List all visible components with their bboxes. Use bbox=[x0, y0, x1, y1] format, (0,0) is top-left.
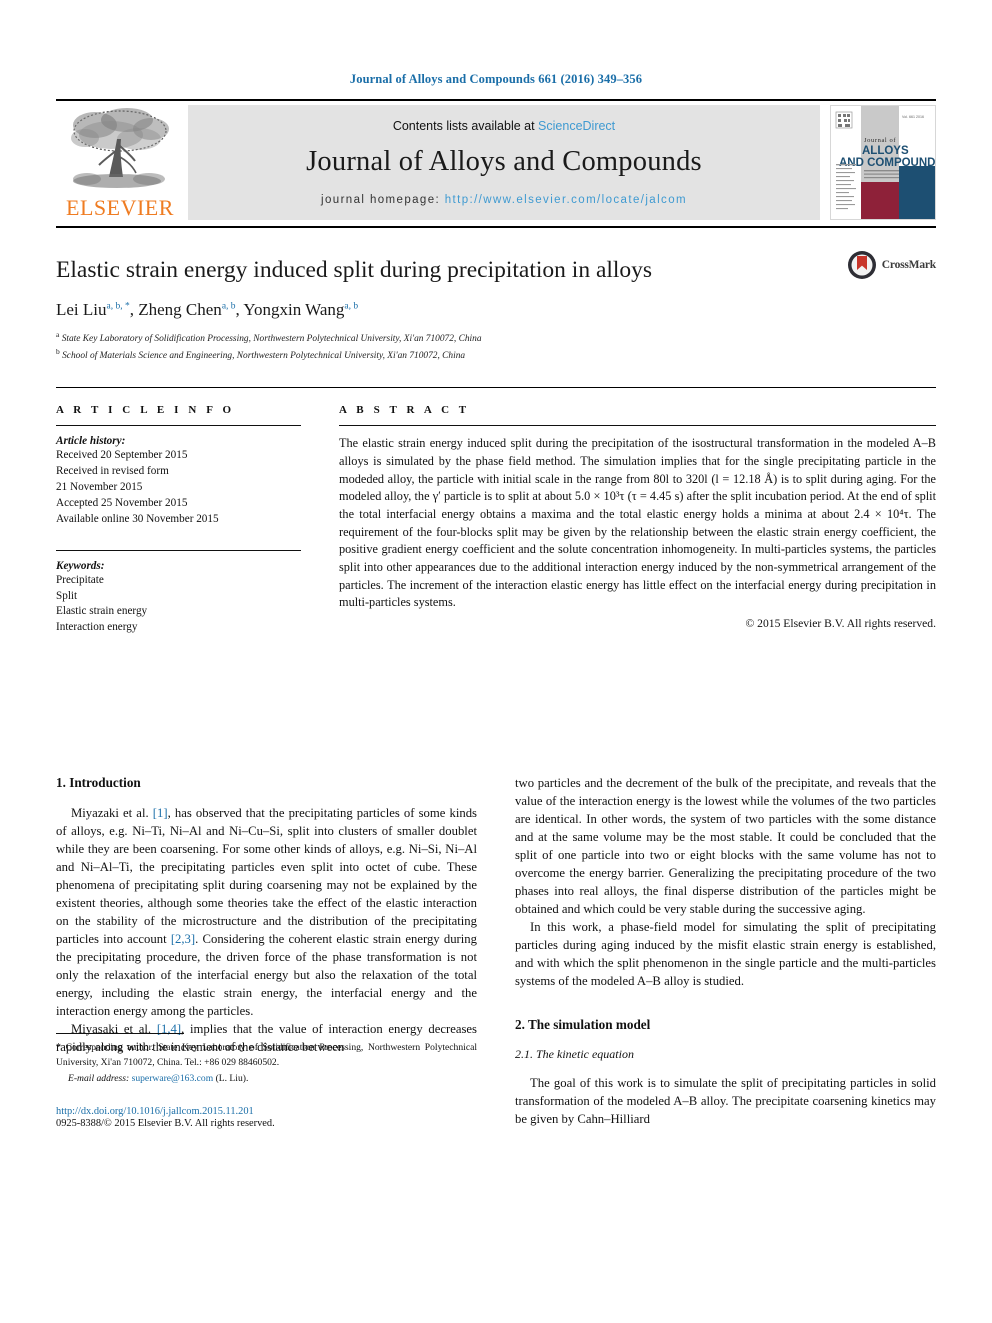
journal-homepage-line: journal homepage: http://www.elsevier.co… bbox=[321, 194, 687, 206]
affil-mark: a bbox=[56, 330, 60, 340]
svg-text:Journal of: Journal of bbox=[864, 137, 896, 144]
section-heading-introduction: 1. Introduction bbox=[56, 775, 141, 790]
history-item: 21 November 2015 bbox=[56, 480, 143, 493]
article-info-rule bbox=[56, 425, 301, 427]
contents-prefix: Contents lists available at bbox=[392, 119, 539, 133]
keyword-item: Interaction energy bbox=[56, 621, 138, 634]
abstract-rule bbox=[339, 425, 936, 427]
elsevier-tree-icon bbox=[71, 108, 169, 188]
email-link[interactable]: superware@163.com bbox=[132, 1073, 214, 1084]
affil-text: State Key Laboratory of Solidification P… bbox=[61, 334, 482, 345]
article-history-label: Article history: bbox=[56, 435, 126, 448]
citation-ref-1[interactable]: [1] bbox=[153, 806, 168, 820]
elsevier-logo: ELSEVIER bbox=[56, 101, 184, 226]
svg-text:ALLOYS: ALLOYS bbox=[862, 145, 909, 157]
author-affil-mark: a, b, * bbox=[106, 301, 130, 312]
text-run: , has observed that the precipitating pa… bbox=[56, 806, 477, 946]
history-item: Received in revised form bbox=[56, 465, 169, 478]
history-item: Available online 30 November 2015 bbox=[56, 512, 219, 525]
author-name: Lei Liu bbox=[56, 300, 107, 320]
svg-text:Vol. 661 2016: Vol. 661 2016 bbox=[902, 115, 924, 119]
email-suffix: (L. Liu). bbox=[215, 1072, 249, 1084]
crossmark-icon bbox=[847, 251, 876, 279]
history-item: Accepted 25 November 2015 bbox=[56, 496, 188, 509]
author-list: Lei Liua, b, *, Zheng Chena, b, Yongxin … bbox=[56, 300, 936, 320]
text-run: Miyazaki et al. bbox=[71, 806, 153, 820]
doi-link[interactable]: http://dx.doi.org/10.1016/j.jallcom.2015… bbox=[56, 1106, 477, 1117]
body-column-right: two particles and the decrement of the b… bbox=[515, 775, 936, 1129]
issn-copyright: 0925-8388/© 2015 Elsevier B.V. All right… bbox=[56, 1117, 275, 1129]
citation-ref-2-3[interactable]: [2,3] bbox=[171, 932, 195, 946]
affil-text: School of Materials Science and Engineer… bbox=[62, 350, 466, 361]
article-first-page: Journal of Alloys and Compounds 661 (201… bbox=[0, 0, 992, 1323]
abstract-text: The elastic strain energy induced split … bbox=[339, 436, 936, 610]
body-columns: 1. Introduction Miyazaki et al. [1], has… bbox=[56, 775, 936, 1129]
corresponding-text: Corresponding author. State Key Laborato… bbox=[56, 1042, 477, 1068]
corresponding-author-note: * Corresponding author. State Key Labora… bbox=[56, 1041, 477, 1069]
abstract-copyright: © 2015 Elsevier B.V. All rights reserved… bbox=[745, 617, 936, 631]
author-sep: , bbox=[129, 300, 139, 320]
keyword-item: Elastic strain energy bbox=[56, 605, 148, 618]
info-abstract-section: A R T I C L E I N F O Article history: R… bbox=[56, 387, 936, 636]
title-block: CrossMark Elastic strain energy induced … bbox=[56, 228, 936, 373]
email-note: E-mail address: superware@163.com (L. Li… bbox=[56, 1073, 477, 1084]
body-column-left: 1. Introduction Miyazaki et al. [1], has… bbox=[56, 775, 477, 1129]
keywords-rule bbox=[56, 549, 301, 551]
affiliation-b: b School of Materials Science and Engine… bbox=[56, 347, 936, 363]
subsection-heading-kinetic-equation: 2.1. The kinetic equation bbox=[515, 1046, 634, 1061]
author-affil-mark: a, b bbox=[221, 301, 236, 312]
sciencedirect-link[interactable]: ScienceDirect bbox=[538, 119, 615, 133]
keyword-item: Precipitate bbox=[56, 573, 104, 586]
footnote-zone: * Corresponding author. State Key Labora… bbox=[56, 1033, 477, 1129]
homepage-link[interactable]: http://www.elsevier.com/locate/jalcom bbox=[445, 194, 687, 206]
journal-masthead: ELSEVIER Contents lists available at Sci… bbox=[56, 99, 936, 226]
elsevier-wordmark: ELSEVIER bbox=[66, 195, 174, 220]
author-affil-mark: a, b bbox=[344, 301, 359, 312]
journal-cover-thumbnail: Vol. 661 2016 Journal of ALLOYS AND COMP… bbox=[830, 105, 936, 220]
author-name: Zheng Chen bbox=[138, 300, 222, 320]
affiliation-a: a State Key Laboratory of Solidification… bbox=[56, 330, 936, 346]
paragraph-right-3: The goal of this work is to simulate the… bbox=[515, 1075, 936, 1126]
keywords-label: Keywords: bbox=[56, 559, 105, 572]
paragraph-right-1: two particles and the decrement of the b… bbox=[515, 776, 936, 916]
crossmark-label: CrossMark bbox=[881, 259, 936, 271]
author-name: Yongxin Wang bbox=[243, 300, 345, 320]
contents-available-line: Contents lists available at ScienceDirec… bbox=[393, 119, 615, 133]
crossmark-badge[interactable]: CrossMark bbox=[847, 250, 936, 280]
paragraph-right-2: In this work, a phase-field model for si… bbox=[515, 919, 936, 988]
footnote-rule bbox=[56, 1033, 184, 1035]
section-heading-simulation-model: 2. The simulation model bbox=[515, 1016, 651, 1032]
affil-mark: b bbox=[56, 346, 60, 356]
cover-art-icon: Vol. 661 2016 Journal of ALLOYS AND COMP… bbox=[831, 106, 935, 219]
journal-band: Contents lists available at ScienceDirec… bbox=[188, 105, 820, 220]
keyword-item: Split bbox=[56, 589, 78, 602]
homepage-prefix: journal homepage: bbox=[321, 194, 445, 206]
page-inner: Journal of Alloys and Compounds 661 (201… bbox=[56, 0, 936, 636]
paragraph-intro-1: Miyazaki et al. [1], has observed that t… bbox=[56, 805, 477, 1021]
journal-title: Journal of Alloys and Compounds bbox=[306, 146, 702, 177]
abstract-heading: A B S T R A C T bbox=[339, 404, 470, 417]
page-title: Elastic strain energy induced split duri… bbox=[56, 257, 653, 283]
email-label: E-mail address: bbox=[68, 1072, 130, 1084]
article-info-heading: A R T I C L E I N F O bbox=[56, 404, 235, 417]
abstract-column: A B S T R A C T The elastic strain energ… bbox=[339, 404, 936, 636]
running-head: Journal of Alloys and Compounds 661 (201… bbox=[349, 72, 643, 86]
history-item: Received 20 September 2015 bbox=[56, 449, 188, 462]
article-info-column: A R T I C L E I N F O Article history: R… bbox=[56, 404, 301, 636]
